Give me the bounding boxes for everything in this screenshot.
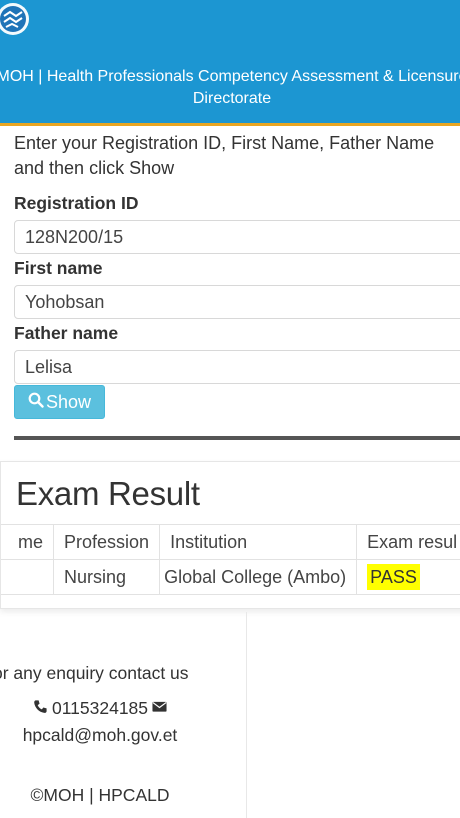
registration-id-input[interactable]	[14, 220, 460, 254]
header: MOH | Health Professionals Competency As…	[0, 0, 460, 126]
table-header-row: me Profession Institution Exam resul	[1, 524, 460, 560]
cell-profession: Nursing	[53, 559, 161, 595]
show-button[interactable]: Show	[14, 385, 105, 419]
first-name-input[interactable]	[14, 285, 460, 319]
search-icon	[28, 386, 44, 418]
phone-icon	[33, 698, 48, 719]
divider	[14, 436, 460, 440]
pass-badge: PASS	[367, 563, 420, 590]
registration-id-label: Registration ID	[14, 193, 139, 213]
father-name-label: Father name	[14, 323, 119, 343]
exam-result-panel: Exam Result me Profession Institution Ex…	[0, 461, 460, 609]
page: MOH | Health Professionals Competency As…	[0, 0, 460, 818]
column-header-name: me	[1, 524, 55, 560]
exam-result-table: me Profession Institution Exam resul Nur…	[1, 524, 460, 595]
column-header-institution: Institution	[159, 524, 358, 560]
cell-name	[1, 559, 55, 595]
enquiry-text: or any enquiry contact us	[0, 663, 189, 683]
moh-logo-icon	[0, 0, 32, 38]
contact-email[interactable]: hpcald@moh.gov.et	[0, 725, 200, 746]
first-name-label: First name	[14, 258, 103, 278]
father-name-input[interactable]	[14, 350, 460, 384]
contact-phone[interactable]: 0115324185	[52, 698, 148, 719]
column-header-exam-result: Exam resul	[356, 524, 460, 560]
copyright-text: ©MOH | HPCALD	[30, 785, 170, 805]
exam-result-title: Exam Result	[16, 475, 200, 512]
cell-exam-result: PASS	[356, 559, 460, 595]
cell-institution: Global College (Ambo)	[159, 559, 358, 595]
envelope-icon	[152, 698, 167, 719]
header-title: MOH | Health Professionals Competency As…	[0, 68, 460, 107]
show-button-label: Show	[45, 392, 92, 412]
form-instruction: Enter your Registration ID, First Name, …	[14, 133, 435, 178]
table-row: Nursing Global College (Ambo) PASS	[1, 559, 460, 595]
column-header-profession: Profession	[53, 524, 161, 560]
contact-phone-line: 0115324185	[0, 698, 200, 719]
